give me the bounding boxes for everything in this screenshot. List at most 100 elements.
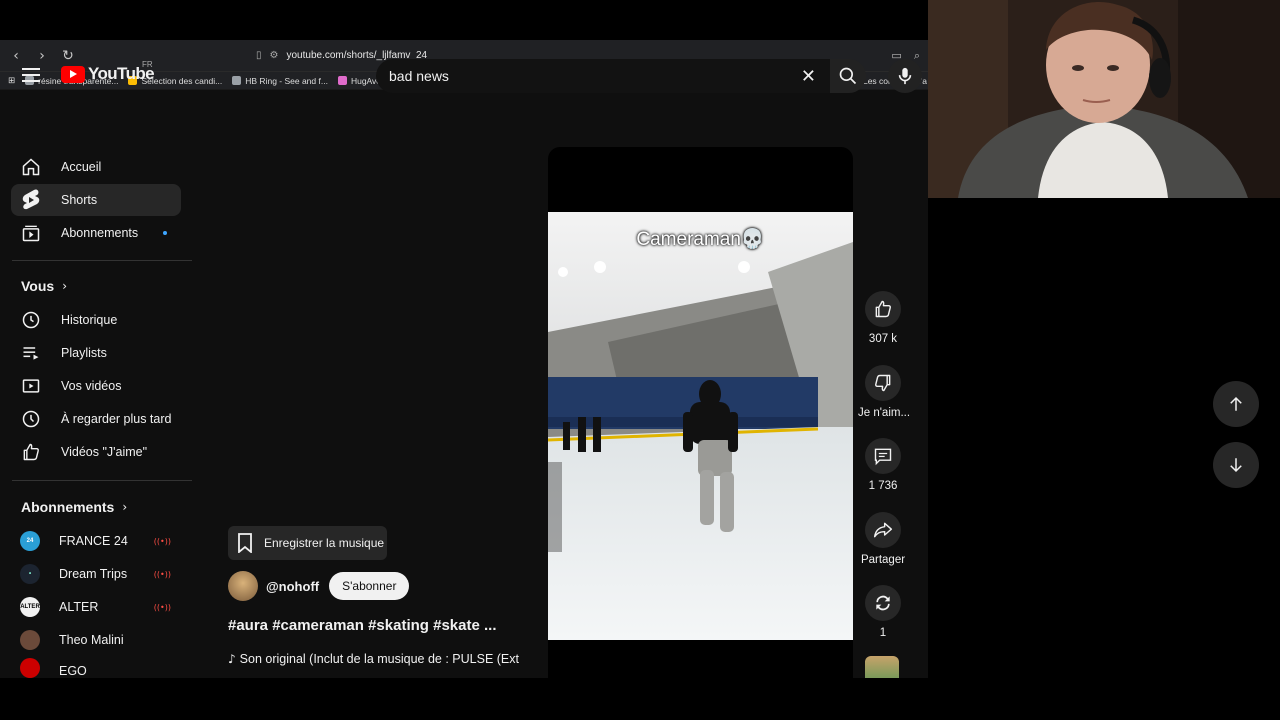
previous-short-button[interactable] [1213, 381, 1259, 427]
sidebar-divider [12, 260, 192, 261]
channel-avatar [20, 630, 40, 650]
dislike-label: Je n'aim... [858, 407, 911, 419]
comments-action: 1 736 [858, 438, 908, 492]
dislike-button[interactable] [865, 365, 901, 401]
share-label: Partager [860, 554, 906, 566]
channel-label: EGO [59, 664, 87, 678]
clear-search-icon[interactable]: ✕ [801, 66, 816, 87]
your-videos-icon [20, 375, 42, 397]
sound-avatar[interactable] [865, 656, 899, 678]
subscriptions-icon [20, 222, 42, 244]
history-icon [20, 309, 42, 331]
chevron-right-icon: › [122, 500, 128, 514]
sidebar-channel-france24[interactable]: 24 FRANCE 24 ((•)) [11, 525, 181, 557]
sidebar-item-your-videos[interactable]: Vos vidéos [11, 370, 181, 402]
search-icon [839, 67, 857, 85]
sidebar-channel-theo-malini[interactable]: Theo Malini [11, 624, 181, 656]
music-link[interactable]: ♪ Son original (Inclut de la musique de … [228, 652, 519, 666]
comments-button[interactable] [865, 438, 901, 474]
sidebar-item-watch-later[interactable]: À regarder plus tard [11, 403, 181, 435]
shorts-icon [20, 189, 42, 211]
streamer-webcam-image [928, 0, 1280, 198]
share-button[interactable] [865, 512, 901, 548]
save-music-label: Enregistrer la musique [264, 536, 385, 550]
dislike-action: Je n'aim... [858, 365, 911, 419]
music-label: Son original (Inclut de la musique de : … [239, 652, 519, 666]
like-button[interactable] [865, 291, 901, 327]
screen: ‹ › ↻ ▯ ⚙ youtube.com/shorts/_ljlfamv_24… [0, 0, 1280, 720]
menu-icon[interactable] [22, 68, 40, 82]
channel-avatar: ALTER [20, 597, 40, 617]
sidebar-item-home[interactable]: Accueil [11, 151, 181, 183]
youtube-logo[interactable]: YouTube FR [61, 60, 155, 84]
youtube-play-icon [61, 65, 85, 83]
channel-row: @nohoff S'abonner [228, 571, 410, 601]
search-input[interactable]: bad news ✕ [376, 59, 830, 93]
music-note-icon: ♪ [228, 652, 236, 666]
search-button[interactable] [830, 59, 866, 93]
sidebar-channel-alter[interactable]: ALTER ALTER ((•)) [11, 591, 181, 623]
sidebar-item-subscriptions[interactable]: Abonnements [11, 217, 181, 249]
voice-search-button[interactable] [888, 59, 922, 93]
you-section-heading[interactable]: Vous › [21, 278, 67, 294]
channel-label: Theo Malini [59, 633, 124, 647]
sidebar-channel-ego[interactable]: EGO [11, 657, 181, 678]
webcam-overlay [928, 0, 1280, 198]
sidebar-item-label: Historique [61, 313, 118, 327]
ice-rink-scene [548, 212, 853, 640]
subscribe-button[interactable]: S'abonner [329, 572, 410, 600]
remix-button[interactable] [865, 585, 901, 621]
channel-avatar[interactable] [228, 571, 258, 601]
chevron-right-icon: › [62, 279, 68, 293]
sidebar-item-label: Shorts [61, 193, 98, 207]
channel-label: FRANCE 24 [59, 534, 128, 548]
live-icon: ((•)) [153, 602, 171, 612]
subscriptions-heading-label: Abonnements [21, 499, 115, 515]
arrow-down-icon [1230, 458, 1242, 473]
sidebar-item-playlists[interactable]: Playlists [11, 337, 181, 369]
video-frame[interactable]: Cameraman💀 [548, 212, 853, 640]
channel-avatar [20, 658, 40, 678]
new-content-dot [163, 231, 167, 235]
like-action: 307 k [858, 291, 908, 345]
channel-name[interactable]: @nohoff [266, 579, 319, 594]
sidebar-item-label: Vidéos "J'aime" [61, 445, 148, 459]
sidebar-item-liked[interactable]: Vidéos "J'aime" [11, 436, 181, 468]
search-value: bad news [389, 68, 449, 84]
sidebar-item-shorts[interactable]: Shorts [11, 184, 181, 216]
bottom-bar [0, 678, 1280, 720]
live-icon: ((•)) [153, 536, 171, 546]
save-music-button[interactable]: Enregistrer la musique [228, 526, 387, 560]
dislike-icon [875, 374, 891, 392]
short-title[interactable]: #aura #cameraman #skating #skate ... [228, 617, 497, 634]
arrow-up-icon [1230, 396, 1242, 411]
sidebar-channel-dream-trips[interactable]: • Dream Trips ((•)) [11, 558, 181, 590]
home-icon [20, 156, 42, 178]
liked-icon [20, 441, 42, 463]
sidebar-item-label: Playlists [61, 346, 107, 360]
share-icon [873, 522, 893, 538]
channel-label: ALTER [59, 600, 99, 614]
remix-count: 1 [879, 627, 887, 639]
sidebar-item-label: À regarder plus tard [61, 412, 172, 426]
remix-icon [876, 595, 890, 611]
remix-action: 1 [858, 585, 908, 639]
sidebar: Accueil Shorts Abonnements Vous › Histor… [0, 100, 200, 678]
share-action: Partager [858, 512, 908, 566]
video-caption: Cameraman💀 [636, 229, 765, 250]
sidebar-item-label: Accueil [61, 160, 102, 174]
watch-later-icon [20, 408, 42, 430]
channel-label: Dream Trips [59, 567, 128, 581]
like-icon [875, 300, 891, 318]
you-heading-label: Vous [21, 278, 55, 294]
country-code: FR [142, 60, 153, 69]
subscriptions-section-heading[interactable]: Abonnements › [21, 499, 127, 515]
live-icon: ((•)) [153, 569, 171, 579]
sidebar-item-history[interactable]: Historique [11, 304, 181, 336]
sidebar-item-label: Vos vidéos [61, 379, 122, 393]
shorts-player[interactable]: Cameraman💀 [548, 147, 853, 678]
sidebar-divider [12, 480, 192, 481]
channel-avatar: • [20, 564, 40, 584]
comment-icon [874, 448, 892, 466]
next-short-button[interactable] [1213, 442, 1259, 488]
